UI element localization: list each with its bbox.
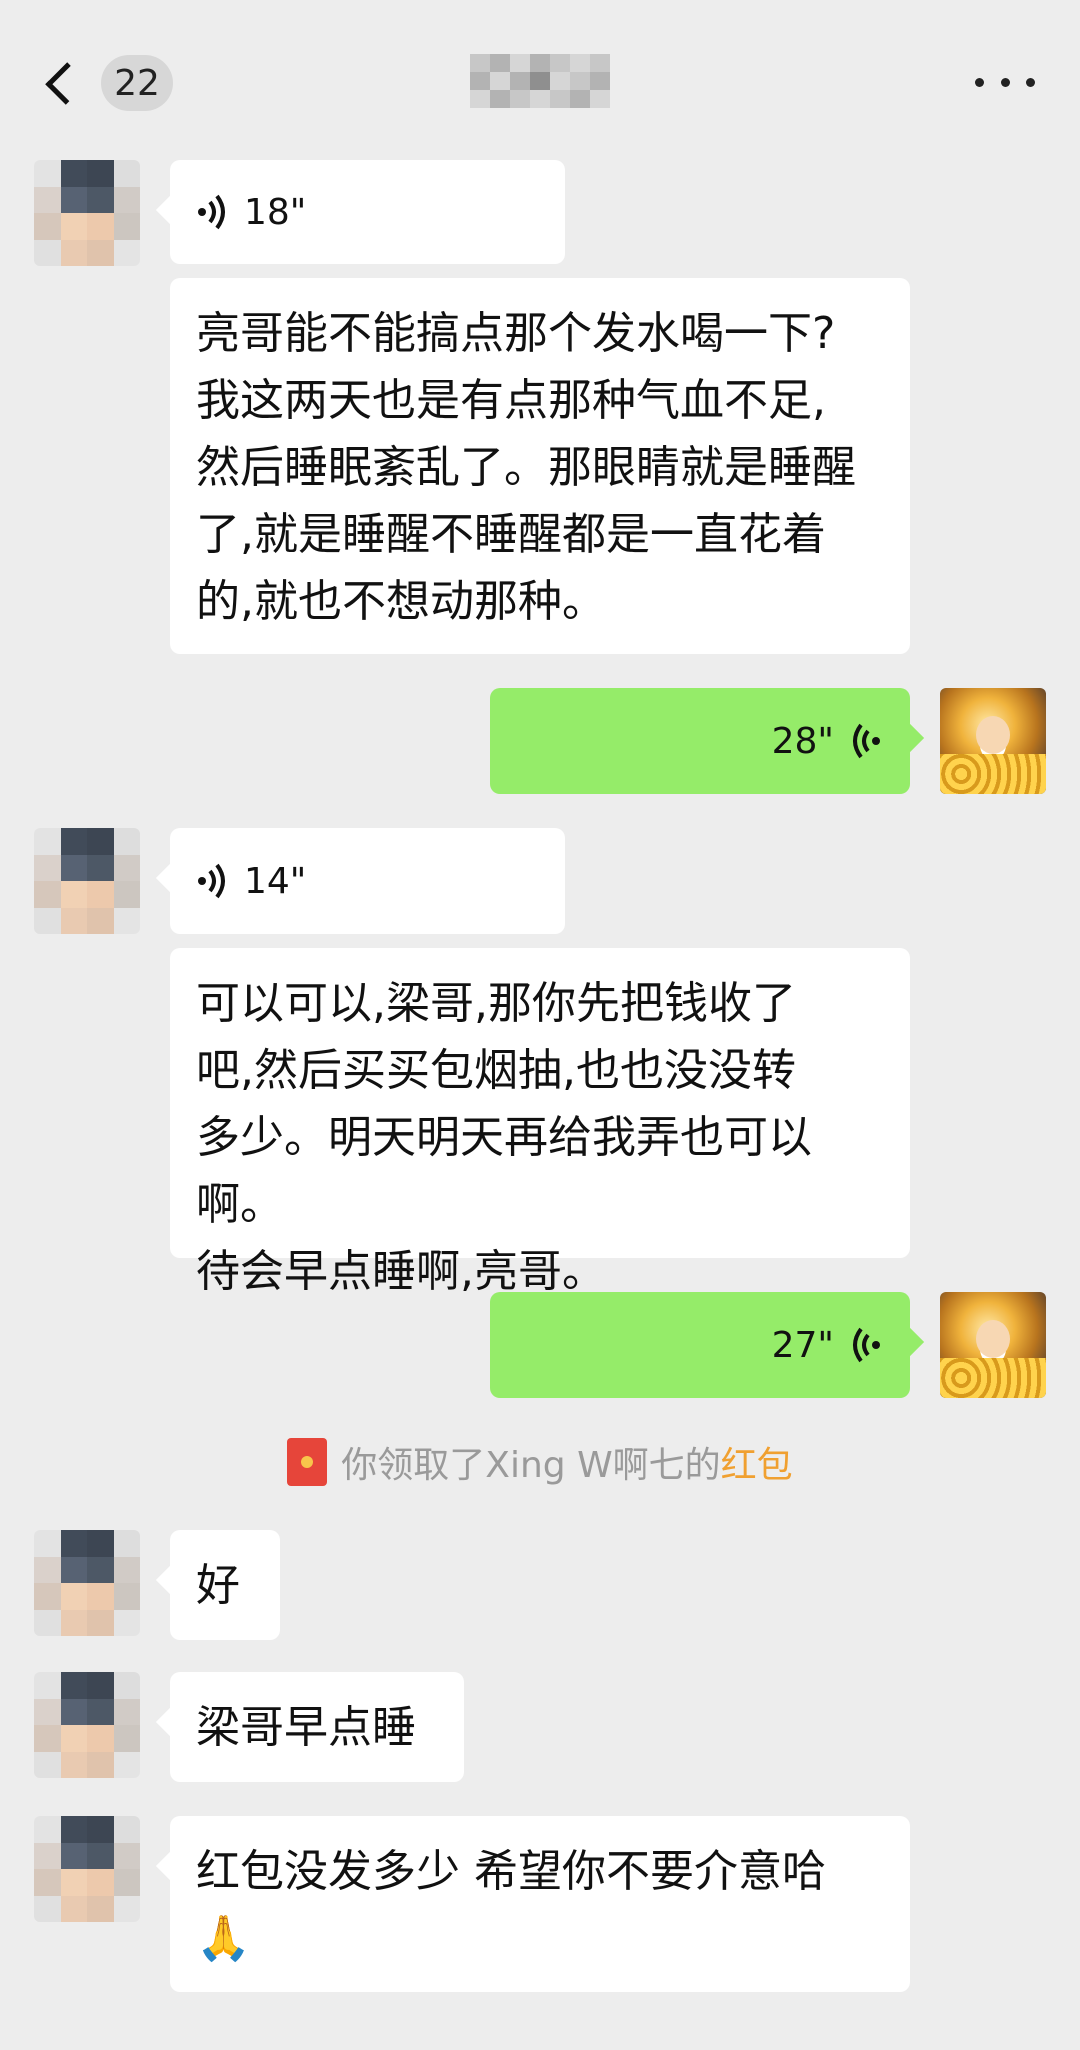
red-packet-link[interactable]: 红包 [721, 1436, 793, 1488]
text-message-bubble[interactable]: 好 [170, 1530, 280, 1640]
chat-header: 22 [0, 0, 1080, 152]
text-message-bubble[interactable]: 亮哥能不能搞点那个发水喝一下? 我这两天也是有点那种气血不足, 然后睡眠紊乱了。… [170, 278, 910, 654]
back-button[interactable]: 22 [38, 52, 173, 114]
voice-duration: 18" [244, 191, 307, 233]
voice-duration: 28" [771, 720, 834, 762]
text-message-bubble[interactable]: 梁哥早点睡 [170, 1672, 464, 1782]
message-line: 多少。明天明天再给我弄也可以啊。 [196, 1112, 812, 1230]
red-packet-icon [287, 1438, 328, 1486]
voice-wave-icon [848, 1325, 882, 1365]
contact-avatar[interactable] [34, 1816, 140, 1922]
message-line: 红包没发多少 希望你不要介意哈 [196, 1846, 826, 1897]
message-line: 吧,然后买买包烟抽,也也没没转 [196, 1045, 796, 1096]
message-line: 亮哥能不能搞点那个发水喝一下? [196, 308, 836, 359]
text-message-bubble[interactable]: 可以可以,梁哥,那你先把钱收了 吧,然后买买包烟抽,也也没没转 多少。明天明天再… [170, 948, 910, 1297]
message-line: 可以可以,梁哥,那你先把钱收了 [196, 978, 796, 1029]
voice-message-bubble[interactable]: 27" [490, 1292, 910, 1398]
my-avatar[interactable] [940, 688, 1046, 794]
text-message-bubble[interactable]: 红包没发多少 希望你不要介意哈 🙏 [170, 1816, 910, 1992]
message-line: 梁哥早点睡 [196, 1702, 416, 1753]
message-line: 的,就也不想动那种。 [196, 576, 606, 627]
voice-message-bubble[interactable]: 28" [490, 688, 910, 794]
message-line: 我这两天也是有点那种气血不足, [196, 375, 826, 426]
voice-duration: 27" [771, 1324, 834, 1366]
message-line: 好 [196, 1560, 240, 1611]
more-icon[interactable] [975, 70, 1035, 94]
voice-duration: 14" [244, 860, 307, 902]
message-line: 然后睡眠紊乱了。那眼睛就是睡醒 [196, 442, 856, 493]
red-packet-notice: 你领取了Xing W啊七的 红包 [0, 1430, 1080, 1494]
voice-wave-icon [848, 721, 882, 761]
notice-text: 你领取了Xing W啊七的 [341, 1445, 721, 1486]
contact-avatar[interactable] [34, 1672, 140, 1778]
voice-wave-icon [196, 192, 230, 232]
my-avatar[interactable] [940, 1292, 1046, 1398]
voice-message-bubble[interactable]: 14" [170, 828, 565, 934]
back-chevron-icon [45, 61, 88, 105]
contact-avatar[interactable] [34, 828, 140, 934]
voice-wave-icon [196, 861, 230, 901]
message-line: 了,就是睡醒不睡醒都是一直花着 [196, 509, 826, 560]
message-line: 🙏 [196, 1913, 251, 1964]
contact-avatar[interactable] [34, 1530, 140, 1636]
chat-title-pixelated [470, 54, 610, 108]
voice-message-bubble[interactable]: 18" [170, 160, 565, 264]
contact-avatar[interactable] [34, 160, 140, 266]
unread-count-badge: 22 [101, 55, 173, 111]
